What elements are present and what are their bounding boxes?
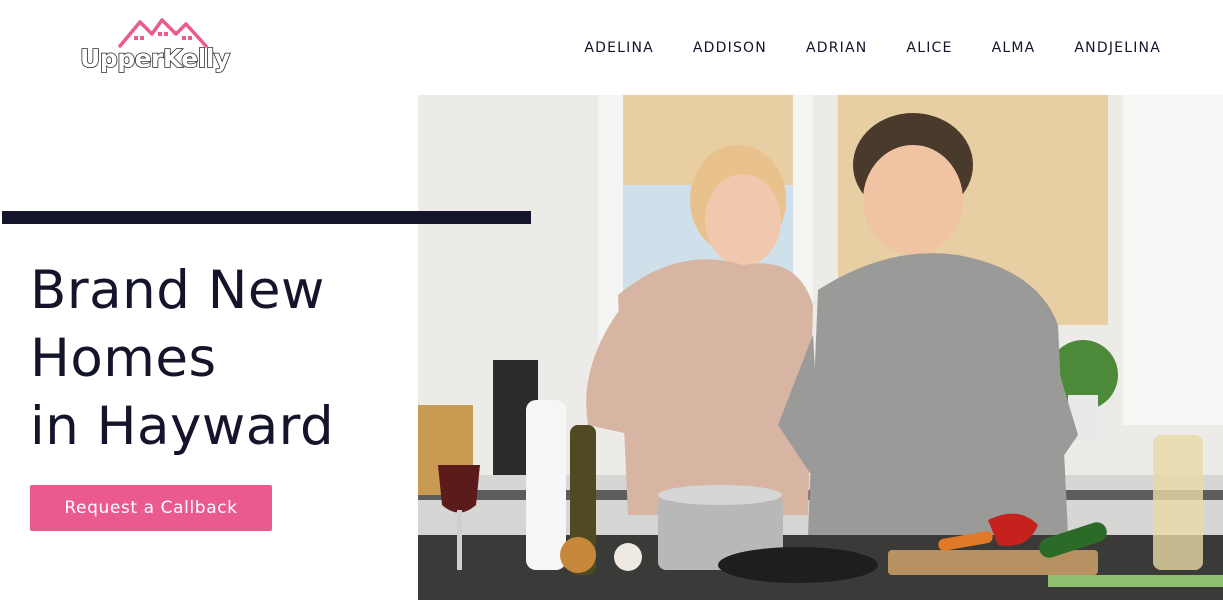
nav-item-addison[interactable]: ADDISON — [693, 38, 767, 58]
main-nav: ADELINA ADDISON ADRIAN ALICE ALMA ANDJEL… — [545, 38, 1161, 58]
hero-headline-line-2: Homes — [30, 328, 217, 389]
nav-item-adelina[interactable]: ADELINA — [584, 38, 654, 58]
nav-item-adrian[interactable]: ADRIAN — [806, 38, 867, 58]
request-callback-button[interactable]: Request a Callback — [30, 485, 272, 531]
hero-headline-line-3: in Hayward — [30, 396, 335, 457]
site-header: UpperKelly ADELINA ADDISON ADRIAN ALICE … — [0, 0, 1223, 95]
nav-item-andjelina[interactable]: ANDJELINA — [1074, 38, 1161, 58]
kitchen-photo-illustration — [418, 95, 1223, 600]
hero-headline-line-1: Brand New — [30, 260, 325, 321]
accent-divider-bar — [2, 211, 531, 224]
nav-item-alice[interactable]: ALICE — [906, 38, 952, 58]
hero-image — [418, 95, 1223, 600]
nav-item-alma[interactable]: ALMA — [992, 38, 1036, 58]
brand-logo-text: UpperKelly — [79, 43, 231, 74]
brand-logo[interactable]: UpperKelly — [79, 18, 250, 78]
hero-headline: Brand New Homes in Hayward — [30, 257, 410, 461]
